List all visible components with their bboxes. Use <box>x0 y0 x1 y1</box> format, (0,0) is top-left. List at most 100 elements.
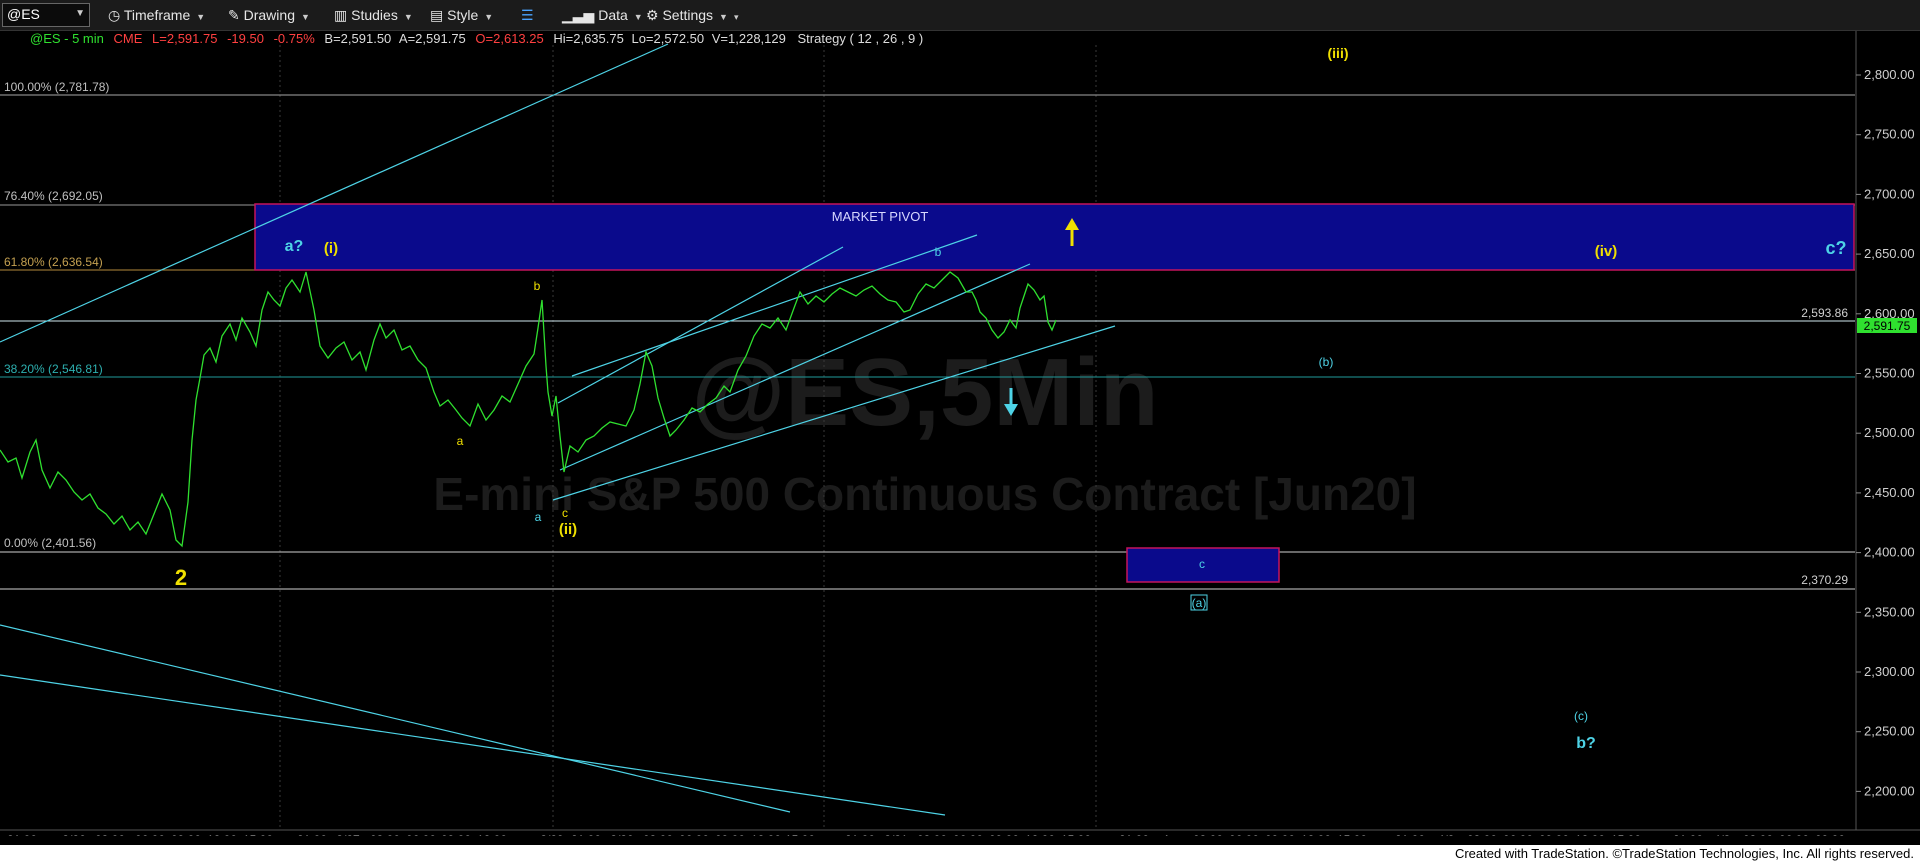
price-tick-label: 2,500.00 <box>1864 425 1915 440</box>
symbol-info-bar: @ES - 5 min CME L=2,591.75 -19.50 -0.75%… <box>30 31 923 47</box>
price-tick-label: 2,350.00 <box>1864 604 1915 619</box>
time-tick-label: 06:00 <box>1229 833 1259 836</box>
wave-i-label: (i) <box>324 240 338 257</box>
header-exchange: CME <box>113 31 143 46</box>
header-change-pct: -0.75% <box>273 31 315 46</box>
time-tick-label: 3/29 <box>540 833 564 836</box>
chevron-down-icon: ▼ <box>196 12 206 22</box>
watermark-symbol: @ES,5Min <box>691 339 1158 446</box>
clock-icon: ◷ <box>108 7 121 23</box>
time-tick-label: 21:00 <box>845 833 875 836</box>
time-tick-label: 12:00 <box>1301 833 1331 836</box>
time-tick-label: 03:00 <box>1743 833 1773 836</box>
time-tick-label: 3/30 <box>610 833 634 836</box>
chevron-down-icon[interactable]: ▼ <box>75 8 85 19</box>
wave-iii-label: (iii) <box>1328 45 1349 61</box>
time-tick-label: 3/27 <box>336 833 360 836</box>
time-tick-label: 06:00 <box>953 833 983 836</box>
wave-b2-label: b <box>935 245 942 259</box>
copyright-footer: Created with TradeStation. ©TradeStation… <box>0 845 1920 863</box>
fib-label-100: 100.00% (2,781.78) <box>4 80 109 94</box>
layout-button[interactable]: ☰ <box>521 6 534 24</box>
time-tick-label: 4/3 <box>1714 833 1731 836</box>
time-tick-label: 15:00 <box>1337 833 1367 836</box>
watermark-description: E-mini S&P 500 Continuous Contract [Jun2… <box>433 468 1416 520</box>
level-label-2593: 2,593.86 <box>1801 306 1848 320</box>
header-volume: V=1,228,129 <box>711 31 786 46</box>
wave-c-box-label: c <box>1199 557 1205 571</box>
style-menu[interactable]: ▤ Style ▼ <box>430 6 493 24</box>
time-tick-label: 21:00 <box>571 833 601 836</box>
time-tick-label: 09:00 <box>171 833 201 836</box>
time-tick-label: 06:00 <box>406 833 436 836</box>
price-tick-label: 2,750.00 <box>1864 127 1915 142</box>
chevron-down-icon: ▼ <box>719 12 728 22</box>
time-tick-label: 06:00 <box>1779 833 1809 836</box>
market-pivot-box[interactable] <box>254 203 1855 271</box>
fib-label-382: 38.20% (2,546.81) <box>4 362 103 376</box>
data-menu[interactable]: ▁▃▅ Data ▼ <box>562 6 643 24</box>
settings-menu[interactable]: ⚙ Settings ▼ ▾ <box>646 6 739 24</box>
time-tick-label: 09:00 <box>441 833 471 836</box>
time-tick-label: 15:00 <box>1611 833 1641 836</box>
time-tick-label: 09:00 <box>1815 833 1845 836</box>
price-chart[interactable]: @ES,5Min E-mini S&P 500 Continuous Contr… <box>0 31 1920 836</box>
symbol-input[interactable]: @ES ▼ <box>2 3 90 27</box>
wave-2-label: 2 <box>175 565 187 590</box>
wave-c-question-label: c? <box>1825 238 1846 258</box>
wave-ii-label: (ii) <box>559 521 577 538</box>
time-tick-label: 21:00 <box>1395 833 1425 836</box>
footer-text: Created with TradeStation. ©TradeStation… <box>1454 846 1914 861</box>
price-tick-label: 2,250.00 <box>1864 724 1915 739</box>
time-tick-label: 12:00 <box>477 833 507 836</box>
toolbar: @ES ▼ ◷ Timeframe ▼ ✎ Drawing ▼ ▥ Studies ▼… <box>0 0 1920 31</box>
wave-a-paren-label: (a) <box>1192 596 1207 610</box>
wave-c-small-label: c <box>562 506 568 520</box>
header-bid: B=2,591.50 <box>324 31 392 46</box>
time-tick-label: 03:00 <box>1193 833 1223 836</box>
time-tick-label: 12:00 <box>1025 833 1055 836</box>
time-tick-label: 09:00 <box>989 833 1019 836</box>
fib-label-764: 76.40% (2,692.05) <box>4 189 103 203</box>
time-tick-label: 03:00 <box>917 833 947 836</box>
style-icon: ▤ <box>430 7 444 23</box>
header-open: O=2,613.25 <box>475 31 544 46</box>
chevron-down-icon: ▾ <box>733 12 739 22</box>
symbol-value: @ES <box>7 6 40 22</box>
price-tick-label: 2,300.00 <box>1864 664 1915 679</box>
gear-icon: ⚙ <box>646 7 659 23</box>
price-tick-label: 2,200.00 <box>1864 783 1915 798</box>
time-tick-label: 21:00 <box>7 833 37 836</box>
fib-label-0: 0.00% (2,401.56) <box>4 536 96 550</box>
wave-a-small-label: a <box>457 434 464 448</box>
chevron-down-icon: ▼ <box>633 12 643 22</box>
time-tick-label: 3/31 <box>884 833 908 836</box>
layout-icon: ☰ <box>521 7 534 23</box>
time-tick-label: 3/26 <box>62 833 86 836</box>
time-tick-label: 15:00 <box>243 833 273 836</box>
time-tick-label: 15:00 <box>1061 833 1091 836</box>
settings-label: Settings <box>662 7 714 23</box>
time-tick-label: 21:00 <box>1673 833 1703 836</box>
time-tick-label: 12:00 <box>1575 833 1605 836</box>
timeframe-label: Timeframe <box>123 7 191 23</box>
wave-b-paren-label: (b) <box>1319 355 1334 369</box>
studies-icon: ▥ <box>334 7 348 23</box>
chevron-down-icon: ▼ <box>300 12 310 22</box>
time-tick-label: 06:00 <box>679 833 709 836</box>
header-symbol: @ES - 5 min <box>30 31 104 46</box>
time-tick-label: 21:00 <box>297 833 327 836</box>
time-tick-label: 03:00 <box>1467 833 1497 836</box>
studies-menu[interactable]: ▥ Studies ▼ <box>334 6 413 24</box>
time-tick-label: 03:00 <box>95 833 125 836</box>
time-tick-label: 21:00 <box>1119 833 1149 836</box>
time-tick-label: 12:00 <box>751 833 781 836</box>
time-tick-label: 03:00 <box>370 833 400 836</box>
time-tick-label: 15:00 <box>785 833 815 836</box>
timeframe-menu[interactable]: ◷ Timeframe ▼ <box>108 6 205 24</box>
time-tick-label: 06:00 <box>1503 833 1533 836</box>
price-tick-label: 2,700.00 <box>1864 186 1915 201</box>
drawing-menu[interactable]: ✎ Drawing ▼ <box>228 6 310 24</box>
pencil-icon: ✎ <box>228 7 240 23</box>
header-last: L=2,591.75 <box>152 31 218 46</box>
